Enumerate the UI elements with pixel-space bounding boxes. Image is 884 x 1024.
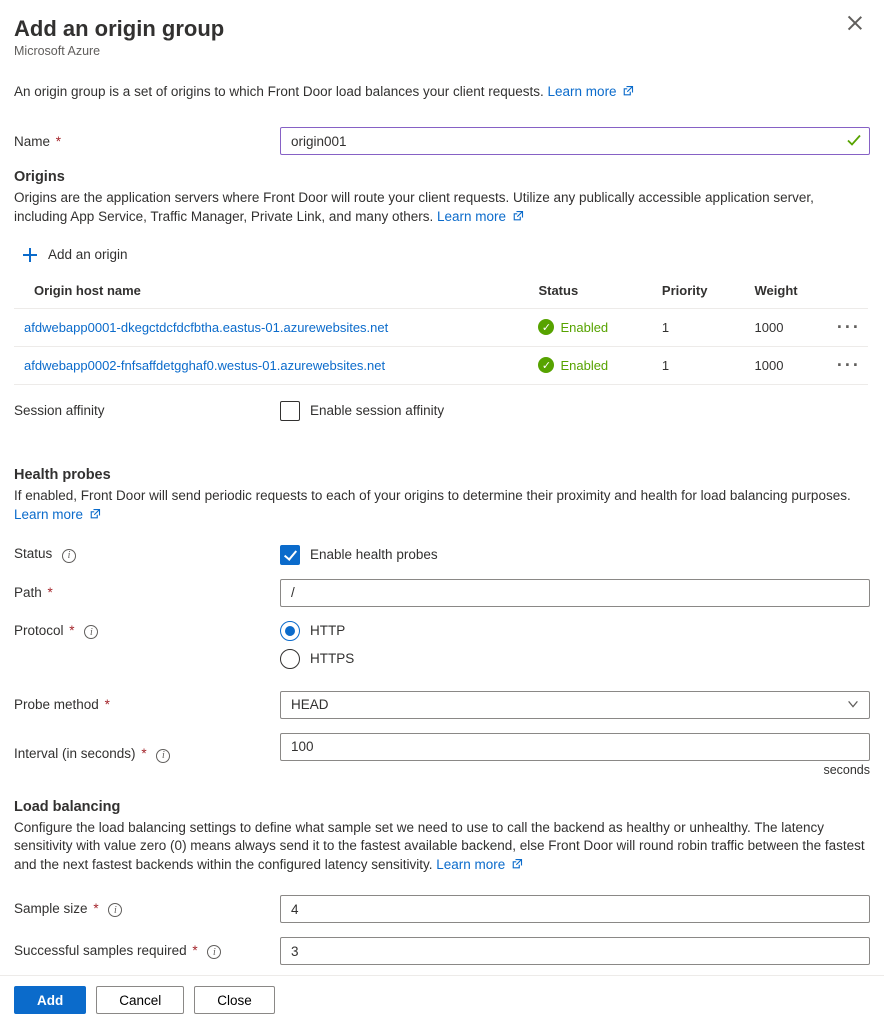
table-row: afdwebapp0001-dkegctdcfdcfbtha.eastus-01… (14, 308, 868, 346)
protocol-label-text: Protocol (14, 623, 64, 638)
path-input[interactable] (280, 579, 870, 607)
sample-size-label-text: Sample size (14, 901, 88, 916)
health-probes-desc: If enabled, Front Door will send periodi… (14, 487, 870, 525)
enable-health-probes-label: Enable health probes (310, 547, 438, 562)
learn-more-origins[interactable]: Learn more (437, 209, 524, 224)
add-origin-button[interactable]: Add an origin (14, 237, 868, 273)
seconds-hint: seconds (280, 763, 870, 777)
required-asterisk: * (192, 943, 197, 958)
required-asterisk: * (69, 623, 74, 638)
cancel-button[interactable]: Cancel (96, 986, 184, 1014)
page-subtitle: Microsoft Azure (14, 44, 870, 58)
origins-desc: Origins are the application servers wher… (14, 189, 870, 227)
status-label-text: Status (14, 546, 52, 561)
probe-method-label-text: Probe method (14, 697, 99, 712)
session-affinity-label: Session affinity (14, 403, 280, 418)
path-label-text: Path (14, 585, 42, 600)
close-button[interactable]: Close (194, 986, 275, 1014)
origins-heading: Origins (14, 169, 870, 185)
check-icon (846, 132, 862, 153)
required-asterisk: * (48, 585, 53, 600)
priority-cell: 1 (652, 308, 745, 346)
intro-text: An origin group is a set of origins to w… (14, 84, 870, 99)
sample-size-label: Sample size * i (14, 901, 280, 918)
session-affinity-checkbox-label: Enable session affinity (310, 403, 444, 418)
origin-host-link[interactable]: afdwebapp0001-dkegctdcfdcfbtha.eastus-01… (24, 320, 388, 335)
learn-more-label: Learn more (14, 507, 83, 522)
load-balancing-desc: Configure the load balancing settings to… (14, 819, 870, 876)
status-text: Enabled (560, 320, 608, 335)
success-icon: ✓ (538, 357, 554, 373)
enable-health-probes-checkbox[interactable] (280, 545, 300, 565)
success-samples-input[interactable] (280, 937, 870, 965)
info-icon[interactable]: i (62, 549, 76, 563)
info-icon[interactable]: i (84, 625, 98, 639)
page-title: Add an origin group (14, 16, 870, 42)
status-badge: ✓ Enabled (538, 357, 641, 373)
success-samples-label-text: Successful samples required (14, 943, 187, 958)
row-menu-icon[interactable]: ··· (837, 317, 861, 337)
status-text: Enabled (560, 358, 608, 373)
protocol-http-radio[interactable] (280, 621, 300, 641)
origins-desc-text: Origins are the application servers wher… (14, 190, 814, 224)
intro-copy: An origin group is a set of origins to w… (14, 84, 548, 99)
protocol-http-label: HTTP (310, 623, 345, 638)
required-asterisk: * (56, 134, 61, 149)
probe-method-label: Probe method * (14, 697, 280, 712)
close-icon[interactable] (846, 14, 864, 32)
row-menu-icon[interactable]: ··· (837, 355, 861, 375)
external-link-icon (511, 857, 523, 869)
health-probes-desc-text: If enabled, Front Door will send periodi… (14, 488, 851, 503)
learn-more-label: Learn more (436, 857, 505, 872)
learn-more-label: Learn more (548, 84, 617, 99)
info-icon[interactable]: i (207, 945, 221, 959)
load-balancing-heading: Load balancing (14, 799, 870, 815)
external-link-icon (89, 507, 101, 519)
required-asterisk: * (105, 697, 110, 712)
col-status: Status (528, 273, 651, 309)
name-label-text: Name (14, 134, 50, 149)
info-icon[interactable]: i (108, 903, 122, 917)
learn-more-lb[interactable]: Learn more (436, 857, 523, 872)
col-priority: Priority (652, 273, 745, 309)
status-label: Status i (14, 546, 280, 563)
learn-more-intro[interactable]: Learn more (548, 84, 635, 99)
interval-label: Interval (in seconds) * i (14, 746, 280, 763)
required-asterisk: * (93, 901, 98, 916)
footer: Add Cancel Close (0, 975, 884, 1024)
success-samples-label: Successful samples required * i (14, 943, 280, 960)
sample-size-input[interactable] (280, 895, 870, 923)
origins-header-row: Origin host name Status Priority Weight (14, 273, 868, 309)
name-label: Name * (14, 134, 280, 149)
learn-more-health[interactable]: Learn more (14, 507, 101, 522)
info-icon[interactable]: i (156, 749, 170, 763)
add-origin-label: Add an origin (48, 247, 128, 262)
session-affinity-checkbox[interactable] (280, 401, 300, 421)
table-row: afdwebapp0002-fnfsaffdetgghaf0.westus-01… (14, 346, 868, 384)
interval-input[interactable] (280, 733, 870, 761)
plus-icon (22, 247, 38, 263)
external-link-icon (622, 85, 634, 97)
protocol-https-radio[interactable] (280, 649, 300, 669)
name-input[interactable] (280, 127, 870, 155)
path-label: Path * (14, 585, 280, 600)
col-weight: Weight (745, 273, 827, 309)
learn-more-label: Learn more (437, 209, 506, 224)
add-button[interactable]: Add (14, 986, 86, 1014)
weight-cell: 1000 (745, 346, 827, 384)
success-icon: ✓ (538, 319, 554, 335)
protocol-label: Protocol * i (14, 621, 280, 640)
health-probes-heading: Health probes (14, 467, 870, 483)
required-asterisk: * (141, 746, 146, 761)
external-link-icon (512, 209, 524, 221)
protocol-https-label: HTTPS (310, 651, 354, 666)
interval-label-text: Interval (in seconds) (14, 746, 136, 761)
origin-host-link[interactable]: afdwebapp0002-fnfsaffdetgghaf0.westus-01… (24, 358, 385, 373)
priority-cell: 1 (652, 346, 745, 384)
probe-method-select[interactable] (280, 691, 870, 719)
weight-cell: 1000 (745, 308, 827, 346)
col-host: Origin host name (14, 273, 528, 309)
status-badge: ✓ Enabled (538, 319, 641, 335)
